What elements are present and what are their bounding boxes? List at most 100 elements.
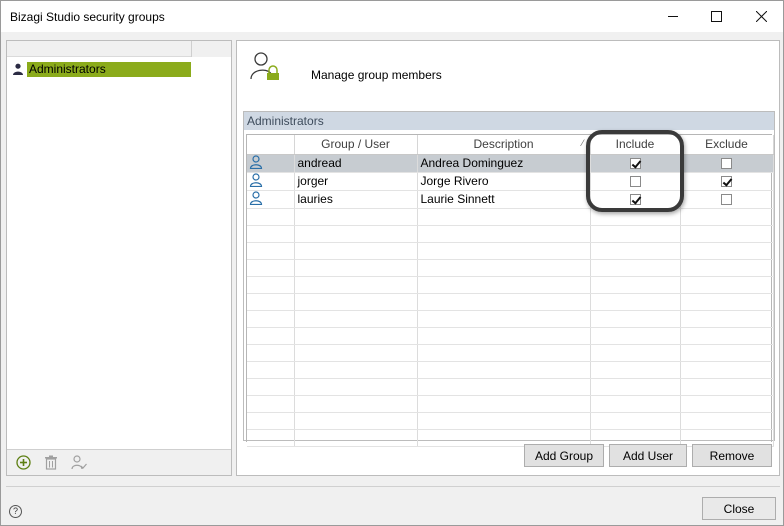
empty-cell bbox=[680, 242, 774, 260]
empty-cell bbox=[294, 242, 418, 260]
empty-row bbox=[247, 225, 774, 243]
empty-cell bbox=[247, 310, 295, 328]
empty-cell bbox=[247, 344, 295, 362]
empty-cell bbox=[247, 327, 295, 345]
empty-cell bbox=[590, 293, 681, 311]
user-icon bbox=[249, 172, 263, 190]
table-row[interactable]: jorger Jorge Rivero bbox=[247, 172, 774, 191]
empty-cell bbox=[417, 378, 591, 396]
empty-cell bbox=[417, 412, 591, 430]
include-checkbox[interactable] bbox=[629, 176, 641, 188]
row-user-cell[interactable]: andread bbox=[294, 154, 418, 173]
empty-cell bbox=[590, 259, 681, 277]
empty-cell bbox=[590, 276, 681, 294]
exclude-checkbox[interactable] bbox=[721, 176, 732, 188]
include-checkbox[interactable] bbox=[629, 194, 641, 206]
exclude-checkbox[interactable] bbox=[721, 194, 732, 206]
row-exclude-cell bbox=[680, 190, 774, 209]
empty-cell bbox=[294, 395, 418, 413]
column-header-icon[interactable] bbox=[247, 135, 295, 155]
empty-cell bbox=[294, 378, 418, 396]
user-check-icon[interactable] bbox=[71, 455, 87, 471]
empty-cell bbox=[417, 208, 591, 226]
empty-cell bbox=[294, 225, 418, 243]
grid-header-row: Group / User Description ⁄ Include Exclud… bbox=[247, 135, 774, 155]
window-title: Bizagi Studio security groups bbox=[10, 10, 165, 24]
row-include-cell bbox=[590, 154, 681, 173]
include-checkbox[interactable] bbox=[629, 158, 641, 170]
tree-toolbar bbox=[7, 449, 231, 475]
members-table: Group / User Description ⁄ Include Exclud… bbox=[247, 135, 774, 447]
empty-cell bbox=[680, 361, 774, 379]
row-icon-cell bbox=[247, 190, 295, 209]
empty-cell bbox=[680, 293, 774, 311]
row-description-cell[interactable]: Jorge Rivero bbox=[417, 172, 591, 191]
add-user-button[interactable]: Add User bbox=[609, 444, 687, 467]
empty-cell bbox=[247, 276, 295, 294]
empty-cell bbox=[417, 242, 591, 260]
empty-cell bbox=[247, 395, 295, 413]
close-button[interactable]: Close bbox=[702, 497, 776, 520]
empty-cell bbox=[294, 429, 418, 447]
column-header-description[interactable]: Description ⁄ bbox=[417, 135, 591, 155]
empty-cell bbox=[294, 412, 418, 430]
column-header-description-label: Description bbox=[473, 137, 534, 152]
row-user-cell[interactable]: lauries bbox=[294, 190, 418, 209]
empty-cell bbox=[590, 242, 681, 260]
empty-cell bbox=[417, 310, 591, 328]
empty-cell bbox=[417, 293, 591, 311]
empty-row bbox=[247, 412, 774, 430]
empty-cell bbox=[680, 276, 774, 294]
empty-cell bbox=[294, 310, 418, 328]
footer-separator bbox=[6, 486, 780, 487]
empty-cell bbox=[294, 327, 418, 345]
remove-button[interactable]: Remove bbox=[692, 444, 772, 467]
minimize-button[interactable] bbox=[651, 1, 695, 32]
empty-row bbox=[247, 361, 774, 379]
empty-cell bbox=[590, 225, 681, 243]
empty-cell bbox=[247, 361, 295, 379]
column-header-group-user[interactable]: Group / User bbox=[294, 135, 418, 155]
row-description-cell[interactable]: Andrea Dominguez bbox=[417, 154, 591, 173]
empty-cell bbox=[590, 361, 681, 379]
dialog-window: Bizagi Studio security groups Administra… bbox=[0, 0, 784, 526]
groups-tree-panel: Administrators bbox=[6, 40, 232, 476]
maximize-button[interactable] bbox=[694, 1, 738, 32]
column-header-exclude[interactable]: Exclude bbox=[680, 135, 774, 155]
panel-heading: Manage group members bbox=[311, 68, 442, 82]
row-icon-cell bbox=[247, 154, 295, 173]
table-row[interactable]: andread Andrea Dominguez bbox=[247, 154, 774, 173]
row-user-cell[interactable]: jorger bbox=[294, 172, 418, 191]
column-header-include[interactable]: Include bbox=[590, 135, 681, 155]
close-window-button[interactable] bbox=[739, 1, 783, 32]
table-row[interactable]: lauries Laurie Sinnett bbox=[247, 190, 774, 209]
empty-row bbox=[247, 242, 774, 260]
empty-row bbox=[247, 208, 774, 226]
empty-cell bbox=[680, 412, 774, 430]
row-description-cell[interactable]: Laurie Sinnett bbox=[417, 190, 591, 209]
add-group-button[interactable]: Add Group bbox=[524, 444, 604, 467]
empty-row bbox=[247, 293, 774, 311]
empty-cell bbox=[680, 395, 774, 413]
row-exclude-cell bbox=[680, 154, 774, 173]
close-icon bbox=[755, 11, 767, 22]
tree-header bbox=[7, 41, 231, 57]
empty-row bbox=[247, 327, 774, 345]
user-lock-icon bbox=[250, 52, 279, 80]
exclude-checkbox[interactable] bbox=[721, 158, 732, 170]
trash-icon[interactable] bbox=[43, 455, 59, 471]
help-icon[interactable]: ? bbox=[9, 505, 22, 518]
empty-row bbox=[247, 276, 774, 294]
tree-header-grip[interactable] bbox=[191, 41, 231, 57]
empty-cell bbox=[417, 276, 591, 294]
add-icon[interactable] bbox=[15, 455, 31, 471]
tree-item-administrators[interactable]: Administrators bbox=[11, 61, 191, 77]
empty-cell bbox=[247, 429, 295, 447]
empty-cell bbox=[294, 344, 418, 362]
row-exclude-cell bbox=[680, 172, 774, 191]
empty-cell bbox=[417, 225, 591, 243]
empty-cell bbox=[680, 208, 774, 226]
empty-cell bbox=[247, 208, 295, 226]
empty-cell bbox=[590, 395, 681, 413]
empty-cell bbox=[294, 293, 418, 311]
